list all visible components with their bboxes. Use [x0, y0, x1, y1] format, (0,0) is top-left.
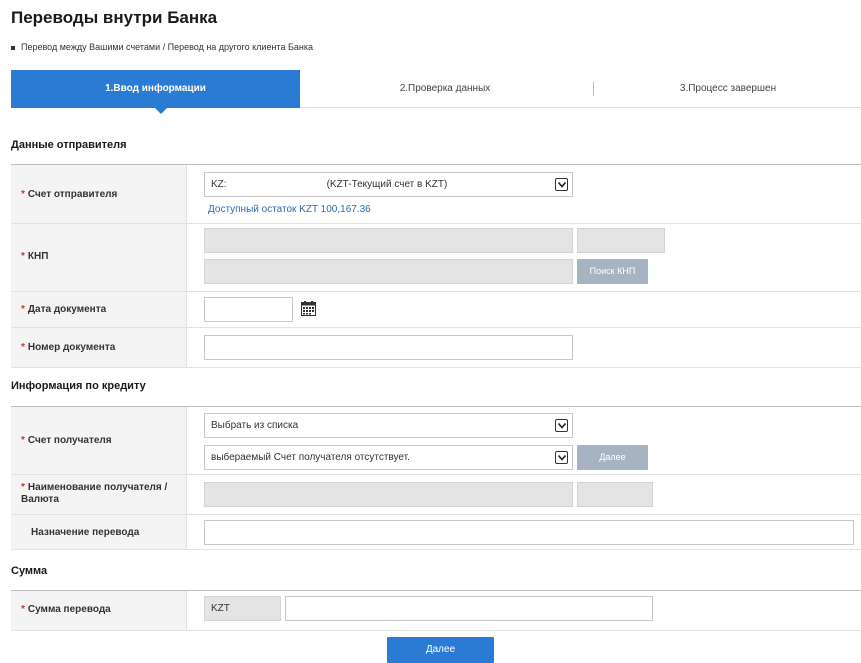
chevron-down-icon[interactable]: [555, 178, 568, 191]
row-knp: * КНП Поиск КНП: [11, 224, 861, 292]
row-recipient-account: * Счет получателя Выбрать из списка выбер…: [11, 407, 861, 475]
sender-table: * Счет отправителя KZ: (KZT-Текущий счет …: [11, 164, 861, 368]
subtitle-text: Перевод между Вашими счетами / Перевод н…: [21, 42, 313, 52]
required-mark: *: [21, 342, 25, 353]
label-cell: * Счет получателя: [11, 407, 187, 474]
amount-label: * Сумма перевода: [21, 604, 111, 615]
knp-code-short-input: [577, 228, 665, 253]
sender-account-select[interactable]: KZ: (KZT-Текущий счет в KZT): [204, 172, 573, 197]
progress-steps: 1.Ввод информации 2.Проверка данных 3.Пр…: [11, 70, 861, 114]
row-sender-account: * Счет отправителя KZ: (KZT-Текущий счет …: [11, 165, 861, 224]
recipient-account-label: * Счет получателя: [21, 435, 112, 446]
row-amount: * Сумма перевода KZT: [11, 591, 861, 631]
knp-search-button[interactable]: Поиск КНП: [577, 259, 648, 284]
amount-input[interactable]: [285, 596, 653, 621]
sender-section-title: Данные отправителя: [11, 139, 127, 151]
bullet-icon: [11, 45, 15, 50]
step-complete: 3.Процесс завершен: [679, 83, 777, 94]
label-cell: Назначение перевода: [11, 515, 187, 549]
step-verify: 2.Проверка данных: [399, 83, 491, 94]
required-mark: *: [21, 435, 25, 446]
page-title: Переводы внутри Банка: [11, 8, 218, 27]
doc-number-label: * Номер документа: [21, 342, 116, 353]
recipient-account-value: выбераемый Счет получателя отсутствует.: [211, 452, 410, 463]
recipient-name-input: [204, 482, 573, 507]
required-mark: *: [21, 189, 25, 200]
available-balance: Доступный остаток KZT 100,167.36: [208, 204, 371, 215]
sender-account-value: KZ: (KZT-Текущий счет в KZT): [211, 179, 448, 190]
next-button[interactable]: Далее: [387, 637, 494, 663]
recipient-next-button[interactable]: Далее: [577, 445, 648, 470]
page-subtitle: Перевод между Вашими счетами / Перевод н…: [11, 42, 313, 52]
required-mark: *: [21, 604, 25, 615]
recipient-currency-input: [577, 482, 653, 507]
chevron-down-icon[interactable]: [555, 419, 568, 432]
active-step-pointer: [155, 108, 167, 114]
recipient-account-select[interactable]: выбераемый Счет получателя отсутствует.: [204, 445, 573, 470]
required-mark: *: [21, 482, 25, 493]
step-input: 1.Ввод информации: [11, 70, 300, 108]
amount-currency: KZT: [204, 596, 281, 621]
recipient-name-label: * Наименование получателя / Валюта: [21, 482, 168, 505]
recipient-source-select[interactable]: Выбрать из списка: [204, 413, 573, 438]
row-purpose: Назначение перевода: [11, 515, 861, 550]
chevron-down-icon[interactable]: [555, 451, 568, 464]
label-cell: * Наименование получателя / Валюта: [11, 475, 187, 514]
amount-table: * Сумма перевода KZT: [11, 590, 861, 631]
amount-section-title: Сумма: [11, 565, 48, 577]
doc-date-label: * Дата документа: [21, 304, 107, 315]
knp-code-input: [204, 228, 573, 253]
recipient-source-value: Выбрать из списка: [211, 420, 299, 431]
knp-label: * КНП: [21, 251, 49, 262]
label-cell: * Счет отправителя: [11, 165, 187, 223]
sender-account-label: * Счет отправителя: [21, 189, 118, 200]
required-mark: *: [21, 304, 25, 315]
doc-number-input[interactable]: [204, 335, 573, 360]
purpose-label: Назначение перевода: [31, 527, 140, 538]
credit-section-title: Информация по кредиту: [11, 380, 146, 392]
row-recipient-name: * Наименование получателя / Валюта: [11, 475, 861, 515]
knp-description-input: [204, 259, 573, 284]
required-mark: *: [21, 251, 25, 262]
label-cell: * Сумма перевода: [11, 591, 187, 630]
label-cell: * Дата документа: [11, 292, 187, 327]
label-cell: * Номер документа: [11, 328, 187, 367]
doc-date-input[interactable]: [204, 297, 293, 322]
calendar-icon[interactable]: [301, 301, 316, 321]
label-cell: * КНП: [11, 224, 187, 291]
purpose-input[interactable]: [204, 520, 854, 545]
credit-table: * Счет получателя Выбрать из списка выбер…: [11, 406, 861, 550]
row-doc-number: * Номер документа: [11, 328, 861, 368]
row-doc-date: * Дата документа: [11, 292, 861, 328]
